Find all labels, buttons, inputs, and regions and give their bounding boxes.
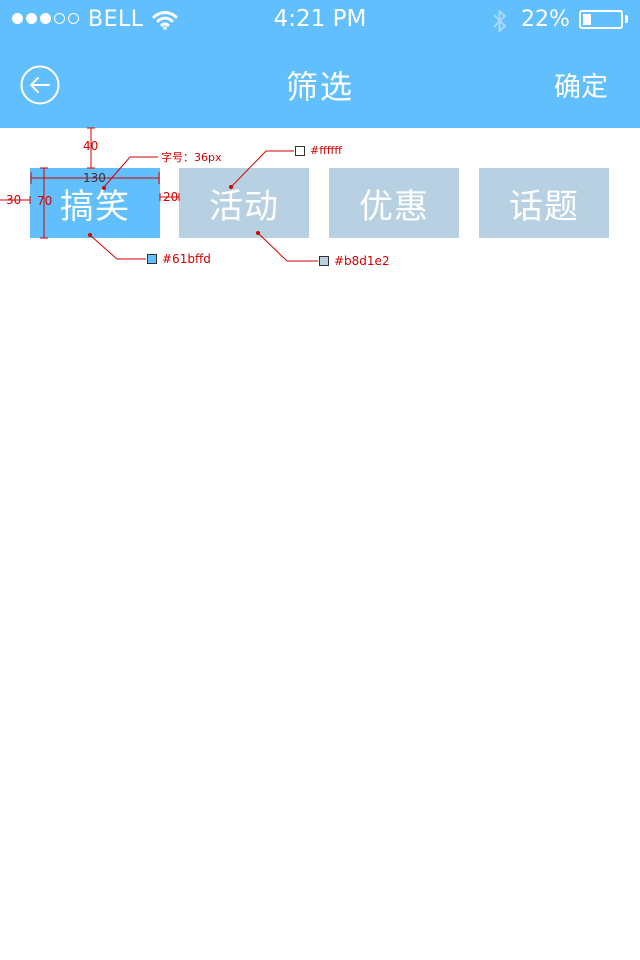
annotation-active-color: #61bffd xyxy=(162,252,211,266)
battery-fill xyxy=(583,14,591,25)
battery-tip xyxy=(625,15,628,23)
category-chip-events[interactable]: 活动 xyxy=(179,168,309,238)
color-swatch-inactive xyxy=(319,256,329,266)
confirm-button[interactable]: 确定 xyxy=(554,65,608,104)
category-chip-offers[interactable]: 优惠 xyxy=(329,168,459,238)
annotation-chip-gap: 20 xyxy=(163,190,179,204)
navigation-bar: 筛选 确定 xyxy=(0,40,640,128)
category-chip-topics[interactable]: 话题 xyxy=(479,168,609,238)
annotation-font-size: 字号：36px xyxy=(161,151,222,164)
annotation-chip-width: 130 xyxy=(83,171,106,185)
header: BELL 4:21 PM 22% 筛选 确定 xyxy=(0,0,640,128)
color-swatch-active xyxy=(147,254,157,264)
color-swatch-white xyxy=(295,146,305,156)
annotation-inactive-color: #b8d1e2 xyxy=(334,254,390,268)
annotation-top-margin: 40 xyxy=(83,139,99,153)
annotation-text-color: #ffffff xyxy=(310,144,342,157)
annotation-left-margin: 30 xyxy=(6,193,22,207)
status-bar: BELL 4:21 PM 22% xyxy=(0,0,640,40)
bluetooth-icon xyxy=(493,10,506,32)
page-title: 筛选 xyxy=(285,68,354,106)
battery-icon xyxy=(579,10,623,29)
annotation-chip-height: 70 xyxy=(37,194,53,208)
battery-percent: 22% xyxy=(521,7,570,32)
